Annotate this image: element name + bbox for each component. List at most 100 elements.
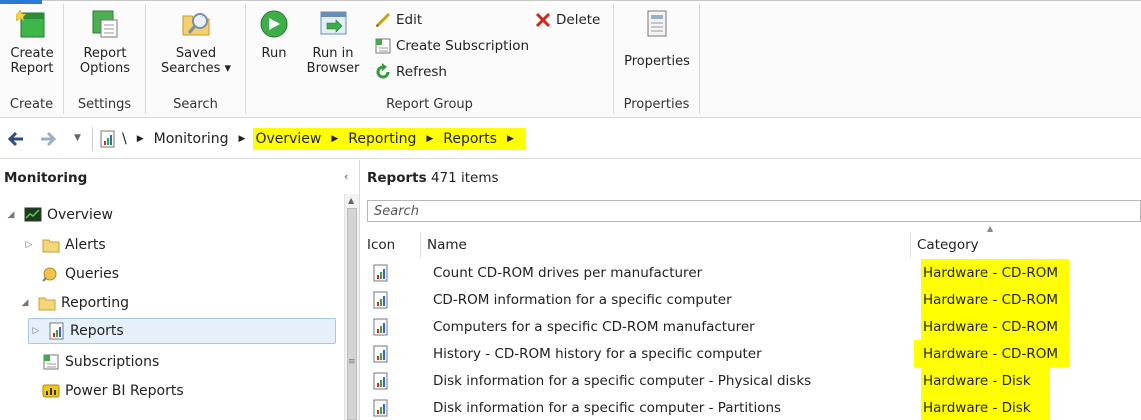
tree-item-reports[interactable]: ▷ Reports <box>28 318 336 344</box>
run-in-browser-button[interactable]: Run in Browser <box>302 8 364 76</box>
column-header-label: Icon <box>367 237 396 253</box>
breadcrumb-reports[interactable]: Reports <box>441 130 499 148</box>
breadcrumb: \ ▶ Monitoring ▶ Overview ▶ Reporting ▶ … <box>120 128 526 150</box>
report-icon <box>373 291 388 308</box>
tree-item-queries[interactable]: Queries <box>22 261 119 287</box>
subscription-icon <box>43 354 59 370</box>
run-button[interactable]: Run <box>254 8 294 61</box>
breadcrumb-overview[interactable]: Overview <box>253 130 323 148</box>
report-icon <box>373 399 388 416</box>
breadcrumb-monitoring[interactable]: Monitoring <box>152 130 231 148</box>
table-row[interactable]: Disk information for a specific computer… <box>361 394 1141 420</box>
refresh-button[interactable]: Refresh <box>374 62 447 82</box>
folder-icon <box>42 239 60 253</box>
tree-item-label: Overview <box>47 207 113 223</box>
report-page-icon <box>100 130 115 148</box>
column-header-category[interactable]: Category <box>911 232 1141 258</box>
scroll-grip-icon: ≡ <box>348 357 356 367</box>
tree-item-label: Power BI Reports <box>65 383 184 399</box>
tree-item-label: Reports <box>70 323 124 339</box>
address-bar: ▼ \ ▶ Monitoring ▶ Overview ▶ Reporting … <box>0 119 1141 159</box>
report-icon <box>373 372 388 389</box>
expanded-arrow-icon[interactable]: ◢ <box>4 210 18 220</box>
subscription-icon <box>375 38 391 54</box>
tree-item-label: Subscriptions <box>65 354 160 370</box>
row-category: Hardware - CD-ROM <box>921 259 1069 286</box>
results-count: 471 items <box>430 170 499 186</box>
tree-item-label: Alerts <box>65 237 106 253</box>
report-options-button[interactable]: Report Options <box>74 8 136 76</box>
breadcrumb-separator-icon[interactable]: ▶ <box>507 134 514 144</box>
saved-searches-icon <box>182 13 210 36</box>
column-header-label: Category <box>917 237 979 253</box>
tree-item-overview[interactable]: ◢ Overview <box>4 202 113 228</box>
row-category: Hardware - CD-ROM <box>914 340 1069 367</box>
report-icon <box>373 345 388 362</box>
row-icon-cell <box>373 286 403 313</box>
breadcrumb-reporting[interactable]: Reporting <box>346 130 418 148</box>
run-in-browser-icon <box>320 11 347 35</box>
nav-scrollbar[interactable]: ▲ ≡ <box>344 194 359 420</box>
report-icon <box>373 318 388 335</box>
table-row[interactable]: History - CD-ROM history for a specific … <box>361 340 1141 367</box>
saved-searches-button[interactable]: Saved Searches ▾ <box>160 8 232 76</box>
ribbon-group-search: Saved Searches ▾ Search <box>146 4 246 114</box>
table-row[interactable]: Computers for a specific CD-ROM manufact… <box>361 313 1141 340</box>
ribbon-group-create: Create Report Create <box>0 4 64 114</box>
breadcrumb-separator-icon[interactable]: ▶ <box>137 134 144 144</box>
group-label-settings: Settings <box>77 97 132 112</box>
create-subscription-label: Create Subscription <box>396 38 530 54</box>
group-label-report-group: Report Group <box>386 97 473 112</box>
column-header-name[interactable]: Name <box>421 232 911 258</box>
row-name: Disk information for a specific computer… <box>433 372 812 389</box>
tree-item-alerts[interactable]: ▷ Alerts <box>22 232 106 258</box>
power-bi-icon <box>42 384 60 398</box>
breadcrumb-highlight: Overview ▶ Reporting ▶ Reports ▶ <box>253 128 526 150</box>
overview-icon <box>24 207 42 222</box>
breadcrumb-separator-icon[interactable]: ▶ <box>426 134 433 144</box>
row-icon-cell <box>373 259 403 286</box>
ribbon-group-report: Run Run in Browser Edit Create Subscript… <box>246 4 614 114</box>
report-options-icon <box>92 10 118 38</box>
collapsed-arrow-icon[interactable]: ▷ <box>29 326 43 336</box>
tree-item-reporting[interactable]: ◢ Reporting <box>4 290 130 316</box>
search-input[interactable] <box>367 200 1141 222</box>
history-dropdown-icon[interactable]: ▼ <box>74 133 81 143</box>
tree-item-subscriptions[interactable]: Subscriptions <box>42 349 159 375</box>
tree-item-label: Queries <box>65 266 120 282</box>
run-in-browser-label: Run in Browser <box>306 46 360 76</box>
create-subscription-button[interactable]: Create Subscription <box>374 36 529 56</box>
navigation-pane: Monitoring ‹ ◢ Overview ▷ Alerts Queries… <box>0 160 360 420</box>
sort-ascending-icon: ▲ <box>987 224 994 233</box>
collapsed-arrow-icon[interactable]: ▷ <box>22 240 36 250</box>
back-arrow-icon[interactable] <box>6 129 26 149</box>
row-category: Hardware - CD-ROM <box>921 286 1069 313</box>
row-icon-cell <box>373 340 403 367</box>
row-icon-cell <box>373 394 403 420</box>
delete-button[interactable]: Delete <box>534 10 600 30</box>
breadcrumb-separator-icon[interactable]: ▶ <box>331 134 338 144</box>
column-header-icon[interactable]: Icon <box>361 232 421 258</box>
create-report-button[interactable]: Create Report <box>4 8 60 76</box>
expanded-arrow-icon[interactable]: ◢ <box>18 298 32 308</box>
table-row[interactable]: Disk information for a specific computer… <box>361 367 1141 394</box>
scrollbar-thumb[interactable] <box>347 208 357 420</box>
properties-button[interactable]: Properties <box>622 8 692 69</box>
tree-item-power-bi-reports[interactable]: Power BI Reports <box>42 378 184 404</box>
table-row[interactable]: Count CD-ROM drives per manufacturer Har… <box>361 259 1141 286</box>
table-row[interactable]: CD-ROM information for a specific comput… <box>361 286 1141 313</box>
breadcrumb-root[interactable]: \ <box>120 130 129 148</box>
ribbon-group-properties: Properties Properties <box>614 4 700 114</box>
scroll-up-icon[interactable]: ▲ <box>348 196 354 205</box>
report-options-label: Report Options <box>79 46 131 76</box>
collapse-pane-icon[interactable]: ‹ <box>344 170 348 183</box>
address-divider <box>92 127 93 151</box>
report-icon <box>373 264 388 281</box>
edit-button[interactable]: Edit <box>374 10 422 30</box>
row-name: Disk information for a specific computer… <box>433 399 782 416</box>
forward-arrow-icon[interactable] <box>38 129 58 149</box>
delete-icon <box>535 12 551 28</box>
nav-pane-title: Monitoring <box>4 170 88 186</box>
breadcrumb-separator-icon[interactable]: ▶ <box>239 134 246 144</box>
properties-label: Properties <box>624 54 690 69</box>
